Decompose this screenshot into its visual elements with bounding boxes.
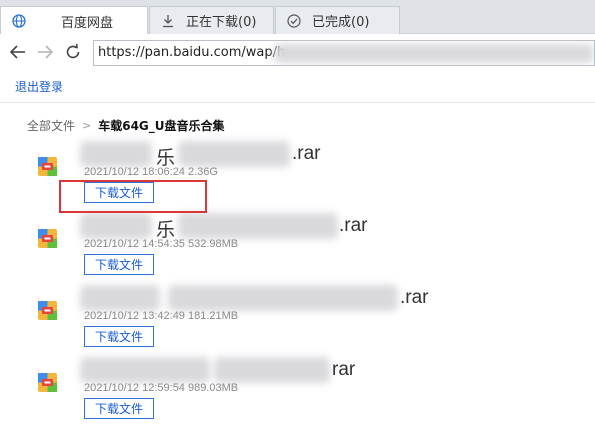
reload-icon: [64, 43, 82, 61]
file-meta: 2021/10/12 13:42:49 181.21MB: [84, 310, 239, 322]
tab-downloading[interactable]: 正在下载(0): [149, 6, 274, 34]
annotation-highlight-box: [59, 180, 207, 213]
file-extension: .rar: [400, 287, 429, 308]
forward-button[interactable]: [34, 41, 56, 63]
reload-button[interactable]: [62, 41, 84, 63]
file-extension: .rar: [292, 143, 321, 164]
redacted-filename-blur: [80, 141, 152, 167]
redacted-filename-blur: [80, 285, 160, 311]
logout-link[interactable]: 退出登录: [15, 78, 63, 95]
tab-label: 已完成(0): [312, 15, 370, 30]
tab-label: 正在下载(0): [186, 15, 257, 30]
tab-completed[interactable]: 已完成(0): [275, 6, 400, 34]
check-circle-icon: [286, 13, 302, 29]
breadcrumb-separator: >: [82, 119, 92, 132]
redacted-url-blur: [274, 44, 594, 63]
redacted-filename-blur: [214, 357, 330, 383]
file-extension: .rar: [339, 215, 368, 236]
redacted-filename-blur: [178, 213, 338, 239]
file-list-item: .rar 2021/10/12 13:42:49 181.21MB 下载文件: [0, 285, 595, 363]
file-list-item: 乐 .rar 2021/10/12 14:54:35 532.98MB 下载文件: [0, 213, 595, 291]
tab-baidu-pan[interactable]: 百度网盘: [0, 6, 148, 35]
download-file-button[interactable]: 下载文件: [84, 326, 154, 347]
archive-file-icon: [38, 157, 57, 176]
browser-tab-strip: 百度网盘 正在下载(0) 已完成(0): [0, 0, 595, 35]
globe-icon: [11, 13, 27, 29]
file-meta: 2021/10/12 14:54:35 532.98MB: [84, 238, 239, 250]
redacted-filename-blur: [80, 213, 152, 239]
url-text: https://pan.baidu.com/wap/h: [98, 45, 286, 60]
file-meta: 2021/10/12 12:59:54 989.03MB: [84, 382, 239, 394]
redacted-filename-blur: [168, 285, 398, 311]
arrow-left-icon: [9, 44, 27, 60]
navigation-bar: https://pan.baidu.com/wap/h: [0, 34, 595, 70]
download-icon: [160, 13, 176, 29]
archive-file-icon: [38, 373, 57, 392]
header-divider: [0, 102, 595, 103]
address-bar-input[interactable]: https://pan.baidu.com/wap/h: [93, 40, 595, 66]
arrow-right-icon: [36, 44, 54, 60]
redacted-filename-blur: [80, 357, 210, 383]
tab-label: 百度网盘: [61, 15, 114, 31]
breadcrumb: 全部文件 > 车载64G_U盘音乐合集: [27, 117, 225, 134]
back-button[interactable]: [7, 41, 29, 63]
archive-file-icon: [38, 301, 57, 320]
download-file-button[interactable]: 下载文件: [84, 398, 154, 419]
file-meta: 2021/10/12 18:06:24 2.36G: [84, 166, 218, 178]
file-list-item: rar 2021/10/12 12:59:54 989.03MB 下载文件: [0, 357, 595, 430]
archive-file-icon: [38, 229, 57, 248]
redacted-filename-blur: [178, 141, 290, 167]
download-file-button[interactable]: 下载文件: [84, 254, 154, 275]
file-extension: rar: [332, 359, 356, 380]
breadcrumb-root[interactable]: 全部文件: [27, 117, 75, 134]
breadcrumb-current: 车载64G_U盘音乐合集: [98, 119, 225, 133]
